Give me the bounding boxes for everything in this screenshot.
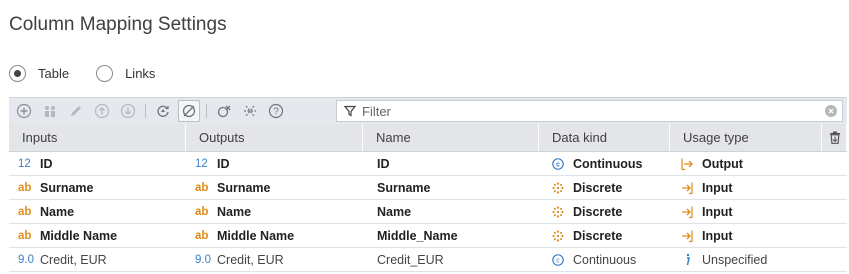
move-down-icon [120, 103, 136, 119]
numeric-type-icon: 12 [195, 157, 208, 170]
clear-filter-icon[interactable] [825, 105, 837, 117]
column-header-inputs[interactable]: Inputs [9, 124, 186, 151]
usage-type-value: Input [702, 228, 733, 243]
string-type-icon: ab [18, 205, 32, 218]
string-type-icon: ab [195, 205, 209, 218]
help-icon: ? [268, 103, 284, 119]
data-kind-value: Continuous [573, 252, 637, 267]
sync-button[interactable] [178, 100, 200, 122]
mode-table-option[interactable]: Table [9, 64, 70, 82]
discrete-icon [551, 181, 565, 195]
usage-type-value: Unspecified [702, 252, 768, 267]
output-column-name: Middle Name [217, 228, 295, 243]
svg-text:c: c [556, 161, 560, 168]
data-kind-value: Discrete [573, 228, 623, 243]
usage-type-value: Input [702, 204, 733, 219]
continuous-icon: c [551, 157, 565, 171]
page-title: Column Mapping Settings [9, 14, 227, 35]
input-column-name: Name [40, 204, 75, 219]
string-type-icon: ab [18, 181, 32, 194]
column-header-outputs[interactable]: Outputs [186, 124, 363, 151]
input-column-name: Credit, EUR [40, 252, 107, 267]
add-button[interactable] [13, 100, 35, 122]
delete-column-button[interactable] [822, 124, 847, 151]
mode-table-label: Table [38, 65, 70, 81]
numeric-type-icon: 12 [18, 157, 31, 170]
filter-box [336, 100, 843, 122]
mapping-table: Inputs Outputs Name Data kind Usage type… [9, 124, 847, 272]
input-arrow-icon [680, 205, 694, 219]
decimal-type-icon: 9.0 [195, 253, 211, 266]
string-type-icon: ab [195, 181, 209, 194]
help-button[interactable]: ? [265, 100, 287, 122]
group-icon [45, 106, 55, 117]
input-arrow-icon [680, 181, 694, 195]
column-name-value: Name [377, 204, 412, 219]
output-column-name: Surname [217, 180, 271, 195]
string-type-icon: ab [18, 229, 32, 242]
column-header-name[interactable]: Name [363, 124, 539, 151]
usage-type-value: Input [702, 180, 733, 195]
output-arrow-icon [680, 157, 694, 171]
trash-icon [830, 131, 840, 144]
usage-type-value: Output [702, 156, 743, 171]
input-column-name: ID [40, 156, 53, 171]
column-header-data-kind[interactable]: Data kind [539, 124, 670, 151]
toolbar-separator [206, 104, 207, 118]
move-down-button[interactable] [117, 100, 139, 122]
links-radio[interactable] [96, 64, 114, 82]
string-type-icon: ab [195, 229, 209, 242]
info-icon [680, 253, 694, 267]
table-row[interactable]: ab Surname ab Surname Surname Discrete Inp… [9, 176, 847, 200]
input-arrow-icon [680, 229, 694, 243]
filter-icon [344, 105, 356, 117]
svg-text:?: ? [273, 107, 279, 118]
input-column-name: Middle Name [40, 228, 118, 243]
table-row[interactable]: ab Middle Name ab Middle Name Middle_Name … [9, 224, 847, 248]
mode-links-option[interactable]: Links [96, 64, 156, 82]
table-header: Inputs Outputs Name Data kind Usage type [9, 124, 847, 152]
input-column-name: Surname [40, 180, 94, 195]
table-row[interactable]: 9.0 Credit, EUR 9.0 Credit, EUR Credit_EUR… [9, 248, 847, 272]
output-column-name: Name [217, 204, 252, 219]
output-column-name: ID [217, 156, 230, 171]
unlink-icon [217, 105, 231, 118]
discrete-icon [551, 205, 565, 219]
column-name-value: Credit_EUR [377, 252, 444, 267]
filter-input[interactable] [362, 103, 825, 119]
column-name-value: Surname [377, 180, 431, 195]
data-kind-value: Continuous [573, 156, 643, 171]
sync-icon [182, 104, 196, 118]
table-row[interactable]: ab Name ab Name Name Discrete Input [9, 200, 847, 224]
mode-links-label: Links [125, 65, 156, 81]
split-icon [244, 105, 256, 117]
discrete-icon [551, 229, 565, 243]
column-name-value: ID [377, 156, 390, 171]
column-header-usage-type[interactable]: Usage type [670, 124, 822, 151]
column-name-value: Middle_Name [377, 228, 458, 243]
refresh-icon [157, 105, 169, 117]
svg-text:c: c [556, 257, 560, 264]
table-radio[interactable] [9, 64, 26, 82]
unlink-button[interactable] [213, 100, 235, 122]
mode-selector: Table Links [9, 63, 155, 83]
continuous-icon: c [551, 253, 565, 267]
split-button[interactable] [239, 100, 261, 122]
output-column-name: Credit, EUR [217, 252, 284, 267]
edit-button[interactable] [65, 100, 87, 122]
data-kind-value: Discrete [573, 204, 623, 219]
edit-icon [71, 106, 81, 116]
group-button[interactable] [39, 100, 61, 122]
toolbar: ? [9, 97, 847, 124]
decimal-type-icon: 9.0 [18, 253, 34, 266]
add-icon [16, 103, 32, 119]
data-kind-value: Discrete [573, 180, 623, 195]
move-up-icon [94, 103, 110, 119]
refresh-button[interactable] [152, 100, 174, 122]
toolbar-separator [145, 104, 146, 118]
table-row[interactable]: 12 ID 12 ID ID c Continuous Output [9, 152, 847, 176]
move-up-button[interactable] [91, 100, 113, 122]
